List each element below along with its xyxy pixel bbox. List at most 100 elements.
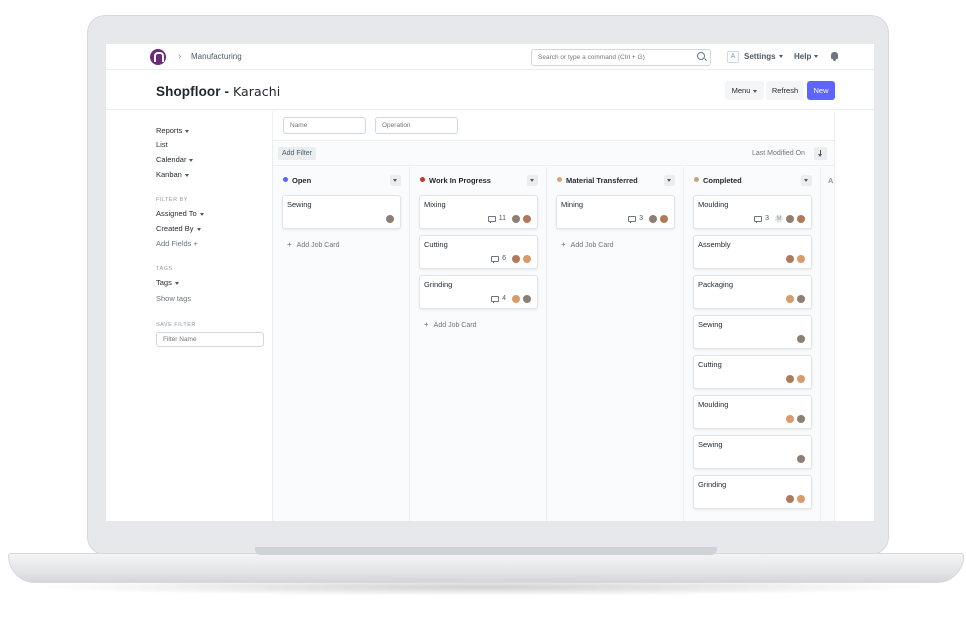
laptop-notch <box>255 547 717 555</box>
job-card[interactable]: Mixing 11 <box>419 195 538 229</box>
plus-icon: + <box>193 239 198 248</box>
job-card-title: Moulding <box>698 400 729 409</box>
add-fields-link[interactable]: Add Fields + <box>156 239 198 248</box>
laptop-base <box>8 553 964 583</box>
column-title-label: Work In Progress <box>429 176 491 185</box>
job-card[interactable]: Sewing <box>282 195 401 229</box>
job-card-title: Assembly <box>698 240 731 249</box>
job-card[interactable]: Assembly <box>693 235 812 269</box>
show-tags-link[interactable]: Show tags <box>156 294 191 303</box>
add-job-card-button[interactable]: + Add Job Card <box>424 320 476 329</box>
job-card-meta <box>786 494 805 503</box>
menu-button[interactable]: Menu <box>725 81 764 100</box>
app-logo-icon[interactable] <box>150 49 166 65</box>
add-filter-button[interactable]: Add Filter <box>278 147 316 160</box>
operation-filter-input[interactable] <box>375 117 458 134</box>
comment-count: 11 <box>498 215 506 222</box>
add-job-card-label: Add Job Card <box>570 242 614 249</box>
add-fields-label: Add Fields <box>156 239 192 248</box>
bell-icon[interactable] <box>831 52 838 61</box>
job-card[interactable]: Packaging <box>693 275 812 309</box>
avatar <box>786 214 794 223</box>
plus-icon: + <box>561 240 566 249</box>
job-card-meta <box>786 374 805 383</box>
tags-heading: Tags <box>156 266 173 272</box>
comment-count: 6 <box>502 255 506 262</box>
assigned-to-dropdown[interactable]: Assigned To <box>156 209 204 218</box>
tags-dropdown[interactable]: Tags <box>156 278 179 287</box>
avatar <box>786 414 794 423</box>
job-card-title: Grinding <box>424 280 453 289</box>
navbar: › Manufacturing A Settings Help <box>106 44 874 70</box>
name-filter-input[interactable] <box>283 117 366 134</box>
status-dot-icon <box>694 177 699 182</box>
status-dot-icon <box>420 177 425 182</box>
avatar <box>786 254 794 263</box>
column-menu-button[interactable] <box>390 175 401 186</box>
help-dropdown[interactable]: Help <box>794 52 819 61</box>
job-card-meta: 3 <box>628 214 668 223</box>
column-title: Open <box>283 176 311 185</box>
caret-down-icon <box>174 281 179 285</box>
app-screen: › Manufacturing A Settings Help Shopfloo… <box>106 44 874 521</box>
plus-icon: + <box>287 240 292 249</box>
job-card-meta <box>786 254 805 263</box>
refresh-button[interactable]: Refresh <box>766 81 804 100</box>
job-card[interactable]: Grinding 4 <box>419 275 538 309</box>
save-filter-heading: Save Filter <box>156 322 196 328</box>
avatar <box>797 454 805 463</box>
job-card[interactable]: Moulding <box>693 395 812 429</box>
avatar <box>797 294 805 303</box>
caret-down-icon <box>184 173 189 177</box>
job-card[interactable]: Mining 3 <box>556 195 675 229</box>
kanban-column: Work In Progress Mixing 11 Cutting 6 Grinding… <box>410 167 547 521</box>
column-menu-button[interactable] <box>664 175 675 186</box>
settings-label: Settings <box>744 52 776 61</box>
comment-icon <box>628 215 637 223</box>
job-card[interactable]: Moulding 3 M <box>693 195 812 229</box>
settings-dropdown[interactable]: Settings <box>744 52 783 61</box>
help-label: Help <box>794 52 812 61</box>
filter-name-input[interactable] <box>156 332 264 347</box>
sidebar-item-calendar[interactable]: Calendar <box>156 155 194 164</box>
job-card[interactable]: Sewing <box>693 315 812 349</box>
avatar <box>512 294 520 303</box>
add-job-card-button[interactable]: + Add Job Card <box>287 240 339 249</box>
avatar <box>386 214 394 223</box>
user-avatar[interactable]: A <box>727 51 739 63</box>
page-title-location: Karachi <box>232 84 281 99</box>
job-card[interactable]: Cutting <box>693 355 812 389</box>
avatar <box>797 414 805 423</box>
avatar <box>797 494 805 503</box>
caret-down-icon <box>185 129 190 133</box>
page-title: Shopfloor - Karachi <box>156 84 280 99</box>
job-card-meta <box>786 414 805 423</box>
column-title-label: Material Transferred <box>566 176 638 185</box>
sort-selector[interactable]: Last Modified On <box>752 150 805 157</box>
sidebar-item-label: Kanban <box>156 170 182 179</box>
list-toolbar: Add Filter Last Modified On <box>273 142 835 166</box>
search-input[interactable] <box>531 49 711 66</box>
sidebar-item-list[interactable]: List <box>156 140 168 149</box>
column-menu-button[interactable] <box>527 175 538 186</box>
column-menu-button[interactable] <box>801 175 812 186</box>
breadcrumb-manufacturing[interactable]: Manufacturing <box>191 52 242 61</box>
job-card[interactable]: Sewing <box>693 435 812 469</box>
column-title: Work In Progress <box>420 176 491 185</box>
add-job-card-button[interactable]: + Add Job Card <box>561 240 613 249</box>
new-button[interactable]: New <box>807 81 835 100</box>
job-card[interactable]: Grinding <box>693 475 812 509</box>
column-title: Material Transferred <box>557 176 638 185</box>
comment-count: 3 <box>639 215 643 222</box>
avatar <box>523 294 531 303</box>
sort-order-icon[interactable] <box>814 147 827 160</box>
sidebar-item-reports[interactable]: Reports <box>156 126 190 135</box>
sidebar-item-kanban[interactable]: Kanban <box>156 170 189 179</box>
job-card-title: Cutting <box>424 240 448 249</box>
job-card[interactable]: Cutting 6 <box>419 235 538 269</box>
created-by-dropdown[interactable]: Created By <box>156 224 201 233</box>
avatar <box>786 294 794 303</box>
main-area: Add Filter Last Modified On A Open Sewing… <box>273 111 835 521</box>
job-card-meta <box>797 454 805 463</box>
kanban-column: Open Sewing + Add Job Card <box>273 167 410 521</box>
